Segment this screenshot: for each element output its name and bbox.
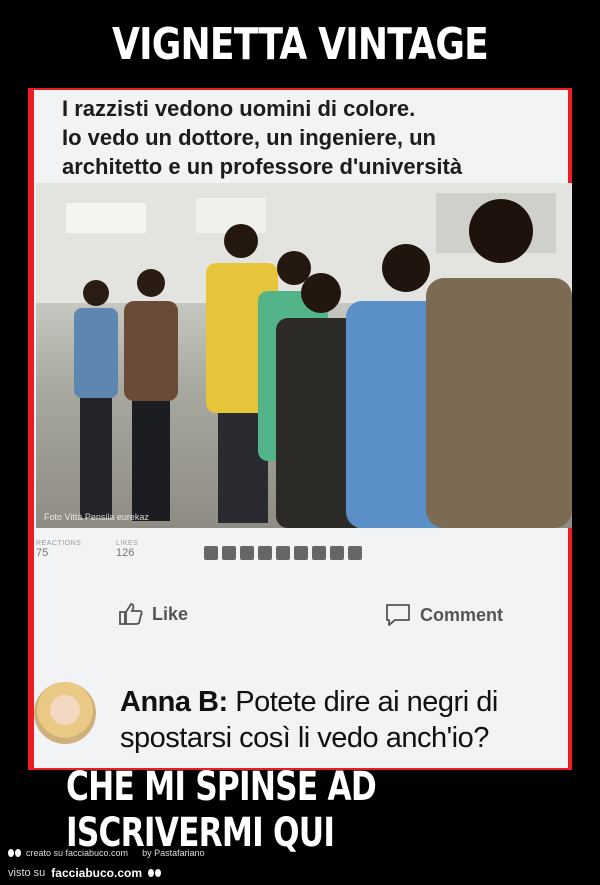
- reactions-stat: REACTIONS 75: [36, 540, 81, 559]
- reaction-thumbnail: [240, 546, 254, 560]
- post-photo: Foto Vittà Pensila eurekaz: [36, 183, 572, 528]
- reaction-thumbnail: [204, 546, 218, 560]
- footer-site-link[interactable]: facciabuco.com: [51, 866, 142, 880]
- bottom-caption: CHE MI SPINSE AD ISCRIVERMI QUI: [66, 764, 377, 856]
- reaction-thumbnail: [312, 546, 326, 560]
- thumbs-up-icon: [119, 603, 143, 625]
- post-stats: REACTIONS 75 LIKES 126: [36, 540, 556, 580]
- likes-stat: LIKES 126: [116, 540, 138, 559]
- like-label: Like: [152, 603, 189, 624]
- avatar: [34, 682, 96, 744]
- comment-bubble-icon: [386, 604, 410, 626]
- eyes-logo-icon: [8, 849, 22, 857]
- reaction-thumbnails: [204, 546, 362, 560]
- reaction-thumbnail: [294, 546, 308, 560]
- reactions-stat-label: REACTIONS: [36, 540, 82, 547]
- reaction-thumbnail: [258, 546, 272, 560]
- reaction-thumbnail: [276, 546, 290, 560]
- footer-line-2: visto su facciabuco.com: [8, 866, 162, 880]
- comment-button[interactable]: Comment: [384, 602, 503, 628]
- footer-author: by Pastafariano: [142, 848, 205, 858]
- footer-created-on: creato su facciabuco.com: [26, 848, 129, 858]
- post-text-line-2: Io vedo un dottore, un ingeniere, un: [62, 125, 436, 150]
- post-text-line-1: I razzisti vedono uomini di colore.: [62, 96, 416, 121]
- like-button[interactable]: Like: [118, 602, 188, 626]
- footer-watermark: creato su facciabuco.com by Pastafariano…: [0, 846, 600, 885]
- people-queue-illustration: [36, 183, 572, 528]
- reactions-stat-value: 75: [36, 547, 49, 559]
- likes-stat-label: LIKES: [116, 540, 139, 547]
- reaction-thumbnail: [348, 546, 362, 560]
- footer-seen-on: visto su: [8, 867, 46, 879]
- comment: Anna B: Potete dire ai negri di spostars…: [34, 666, 568, 766]
- photo-credit: Foto Vittà Pensila eurekaz: [44, 512, 149, 522]
- reaction-thumbnail: [330, 546, 344, 560]
- eyes-logo-icon: [148, 869, 162, 877]
- reaction-thumbnail: [222, 546, 236, 560]
- post-text: I razzisti vedono uomini di colore. Io v…: [62, 94, 562, 181]
- post-text-line-3: architetto e un professore d'università: [62, 154, 463, 179]
- comment-text: Anna B: Potete dire ai negri di spostars…: [120, 684, 560, 756]
- top-caption: VIGNETTA VINTAGE: [112, 18, 489, 70]
- comment-author: Anna B:: [120, 686, 228, 718]
- footer-line-1: creato su facciabuco.com by Pastafariano: [8, 848, 205, 858]
- comment-label: Comment: [420, 604, 504, 625]
- likes-stat-value: 126: [116, 547, 135, 559]
